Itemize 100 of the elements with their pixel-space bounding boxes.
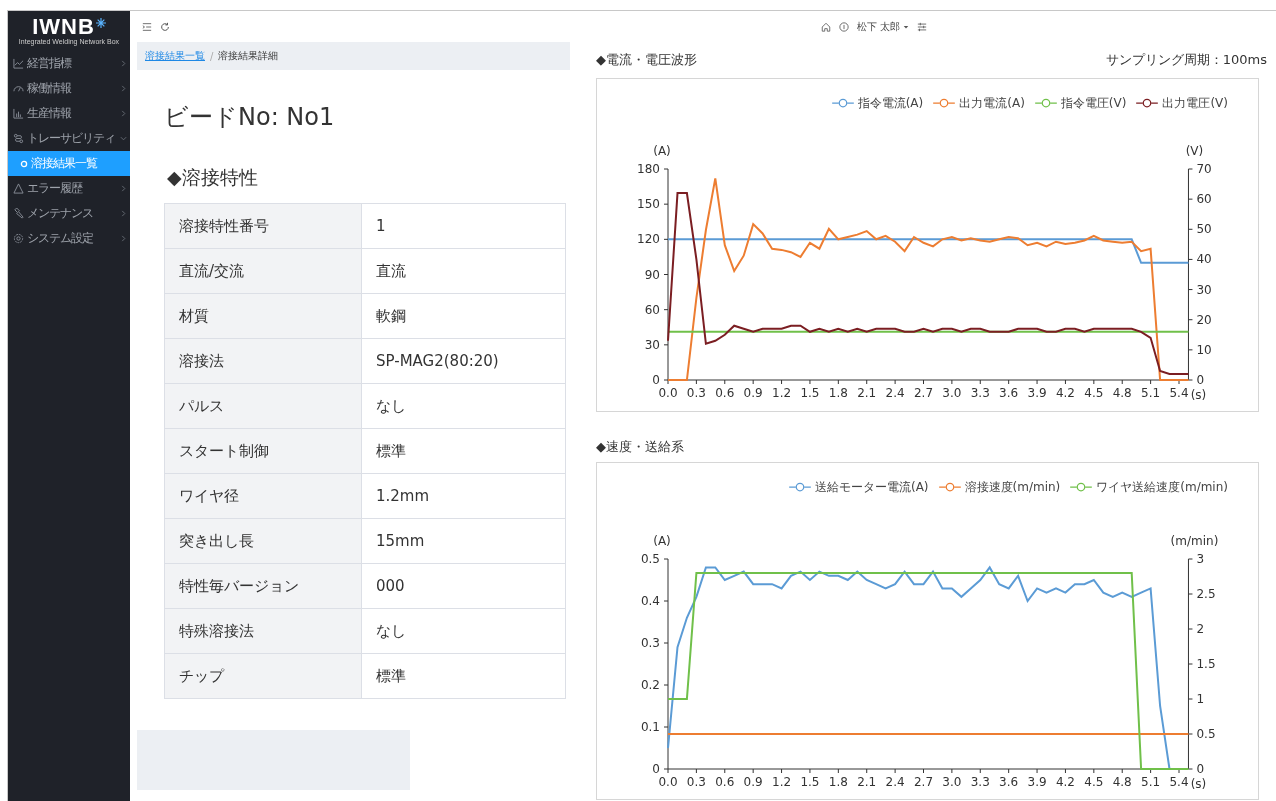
tick-label: 0.5 [1196, 727, 1216, 741]
property-value: SP-MAG2(80:20) [361, 338, 566, 384]
caret-icon[interactable] [903, 23, 910, 30]
home-icon[interactable] [821, 21, 831, 32]
tick-label: 4.8 [1112, 386, 1132, 400]
axis-title: (m/min) [1170, 534, 1219, 548]
tick-label: 4.2 [1055, 386, 1075, 400]
refresh-icon[interactable] [160, 21, 170, 32]
sidebar-item[interactable]: 生産情報 [8, 101, 130, 126]
tick-label: 3.3 [970, 775, 990, 789]
property-label: 溶接特性番号 [164, 203, 362, 249]
wrench-icon [13, 208, 24, 219]
property-value: 000 [361, 563, 566, 609]
tick-label: 150 [637, 197, 660, 212]
property-label: 突き出し長 [164, 518, 362, 564]
property-value: 標準 [361, 428, 566, 474]
menu-icon[interactable] [142, 21, 152, 32]
property-label: 材質 [164, 293, 362, 339]
breadcrumb-link[interactable]: 溶接結果一覧 [145, 49, 205, 63]
tick-label: 5.1 [1141, 386, 1161, 400]
tick-label: 2.4 [885, 775, 905, 789]
tick-label: 4.5 [1084, 775, 1104, 789]
axis-title: (s) [1190, 388, 1207, 402]
line-chart-icon [13, 58, 24, 69]
sidebar-item[interactable]: システム設定 [8, 226, 130, 251]
info-icon[interactable] [839, 21, 849, 32]
tick-label: 30 [644, 337, 660, 352]
sliders-icon[interactable] [917, 21, 928, 32]
chevron-down-icon [120, 135, 127, 142]
tick-label: 0 [1196, 762, 1205, 776]
tick-label: 2 [1196, 622, 1205, 636]
axis-title: (V) [1185, 144, 1204, 158]
property-value: 1 [361, 203, 566, 249]
legend-label: 出力電圧(V) [1162, 94, 1228, 112]
logo: IWNB [32, 16, 95, 38]
tick-label: 0.3 [686, 386, 706, 400]
tick-label: 0 [1196, 373, 1205, 387]
property-value: 1.2mm [361, 473, 566, 519]
section-heading: ◆溶接特性 [167, 165, 259, 190]
tick-label: 60 [644, 302, 660, 317]
tick-label: 0.6 [715, 386, 735, 400]
tick-label: 3.3 [970, 386, 990, 400]
circle-icon [20, 159, 28, 168]
tick-label: 4.5 [1084, 386, 1104, 400]
axis-title: (A) [653, 144, 671, 158]
gauge-icon [13, 83, 24, 94]
sidebar-item[interactable]: 経営指標 [8, 51, 130, 76]
tick-label: 0.4 [640, 594, 660, 608]
breadcrumb-separator: / [210, 50, 214, 62]
property-label: チップ [164, 653, 362, 699]
property-label: 特性毎バージョン [164, 563, 362, 609]
breadcrumb-current: 溶接結果詳細 [218, 49, 279, 63]
tick-label: 120 [637, 232, 660, 247]
tick-label: 180 [637, 162, 660, 176]
tick-label: 10 [1196, 342, 1212, 357]
tick-label: 0.1 [640, 720, 660, 734]
tick-label: 30 [1196, 282, 1212, 297]
warning-icon [13, 183, 24, 194]
tick-label: 60 [1196, 192, 1212, 207]
tick-label: 2.1 [857, 386, 877, 400]
sidebar-item[interactable]: 稼働情報 [8, 76, 130, 101]
user-menu[interactable]: 松下 太郎 [857, 19, 901, 34]
tick-label: 0.0 [658, 775, 678, 789]
tick-label: 4.2 [1055, 775, 1075, 789]
route-icon [13, 133, 24, 144]
legend-label: ワイヤ送給速度(m/min) [1096, 478, 1228, 496]
tick-label: 90 [644, 267, 660, 282]
legend-label: 溶接速度(m/min) [964, 478, 1061, 496]
tick-label: 0.0 [658, 386, 678, 400]
tick-label: 0.9 [743, 775, 763, 789]
tick-label: 1 [1196, 692, 1205, 706]
chevron-right-icon [120, 110, 127, 117]
property-value: なし [361, 383, 566, 429]
sidebar-item[interactable]: エラー履歴 [8, 176, 130, 201]
property-label: 直流/交流 [164, 248, 362, 294]
sidebar-item[interactable]: トレーサビリティ [8, 126, 130, 151]
chevron-right-icon [120, 210, 127, 217]
chevron-right-icon [120, 235, 127, 242]
tick-label: 1.8 [828, 386, 848, 400]
tick-label: 3.6 [999, 386, 1019, 400]
tick-label: 0.9 [743, 386, 763, 400]
tick-label: 1.5 [800, 775, 820, 789]
tick-label: 1.2 [772, 386, 792, 400]
tick-label: 3.0 [942, 775, 962, 789]
tick-label: 2.5 [1196, 587, 1216, 601]
property-label: パルス [164, 383, 362, 429]
property-value: なし [361, 608, 566, 654]
snowflake-icon [95, 18, 106, 28]
property-label: スタート制御 [164, 428, 362, 474]
tick-label: 0.2 [640, 678, 660, 692]
tick-label: 1.2 [772, 775, 792, 789]
sampling-period: サンプリング周期：100ms [1105, 51, 1267, 69]
tick-label: 0.3 [640, 636, 660, 650]
tick-label: 3.9 [1027, 386, 1047, 400]
chevron-right-icon [120, 60, 127, 67]
tick-label: 5.1 [1141, 775, 1161, 789]
sidebar-item[interactable]: メンテナンス [8, 201, 130, 226]
legend-label: 指令電圧(V) [1060, 94, 1127, 112]
tick-label: 3 [1196, 552, 1205, 566]
property-label: ワイヤ径 [164, 473, 362, 519]
